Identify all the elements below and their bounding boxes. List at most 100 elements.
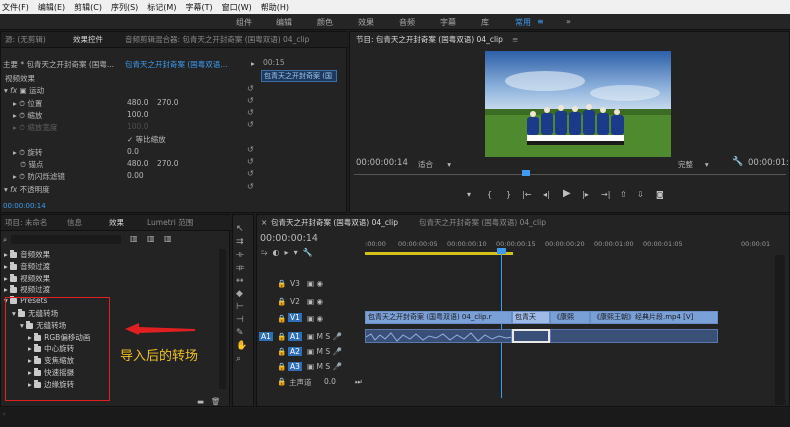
lock-icon[interactable]: 🔒 <box>277 362 286 371</box>
track-select-icon[interactable]: ⇉ <box>236 237 244 247</box>
menu-edit[interactable]: 编辑(E) <box>38 2 65 13</box>
zoom-icon[interactable]: ⌕ <box>236 354 241 364</box>
effects-tree-item[interactable]: ▸ 音频过渡 <box>4 261 50 272</box>
timeline-timecode[interactable]: 00:00:00:14 <box>260 233 318 244</box>
go-to-in-icon[interactable]: |← <box>522 190 531 199</box>
effects-tree-item[interactable]: ▸ 视频效果 <box>4 273 50 284</box>
position-x-value[interactable]: 480.0 <box>127 98 148 107</box>
mini-clip-bar[interactable]: 包青天之开封奇案 (国 <box>261 70 337 82</box>
menu-sequence[interactable]: 序列(S) <box>111 2 138 13</box>
yuv-effects-icon[interactable]: ▥ <box>164 234 172 243</box>
tab-sequence-2[interactable]: 包青天之开封奇案 (国粤双语) 04_clip <box>415 215 550 231</box>
sequence-clip-label[interactable]: 包青天之开封奇案 (国粤双语... <box>125 59 227 70</box>
tab-program[interactable]: 节目: 包青天之开封奇案 (国粤双语) 04_clip <box>352 32 507 48</box>
track-v1-toggles[interactable]: ▣ ◉ <box>307 314 323 323</box>
source-a1-label[interactable]: A1 <box>259 332 273 341</box>
reset-motion-icon[interactable]: ↺ <box>247 84 254 93</box>
razor-icon[interactable]: ◆ <box>236 289 243 299</box>
add-marker-icon[interactable]: ▾ <box>467 190 471 199</box>
workspace-audio[interactable]: 音频 <box>399 17 415 28</box>
opacity-row[interactable]: ▾ fx 不透明度 <box>4 184 50 195</box>
reset-anchor-icon[interactable]: ↺ <box>247 157 254 166</box>
menu-window[interactable]: 窗口(W) <box>222 2 252 13</box>
rotation-row[interactable]: ▸ ⏱ 旋转 <box>13 147 42 158</box>
menu-marker[interactable]: 标记(M) <box>147 2 176 13</box>
program-scrubber[interactable] <box>354 174 786 175</box>
work-area-bar[interactable] <box>365 252 513 255</box>
hand-icon[interactable]: ✋ <box>236 341 247 351</box>
step-back-icon[interactable]: ◂| <box>543 190 550 199</box>
track-a2-label[interactable]: A2 <box>288 347 302 356</box>
program-playhead[interactable] <box>522 170 530 176</box>
master-track-value[interactable]: 0.0 <box>324 377 336 386</box>
workspace-menu-icon[interactable]: ≡ <box>537 17 544 26</box>
position-y-value[interactable]: 270.0 <box>157 98 178 107</box>
workspace-effects[interactable]: 效果 <box>358 17 374 28</box>
tab-effect-controls[interactable]: 效果控件 <box>69 32 107 48</box>
selection-tool-icon[interactable]: ↖ <box>236 224 244 234</box>
track-v2-toggles[interactable]: ▣ ◉ <box>307 297 323 306</box>
rate-stretch-icon[interactable]: ↔ <box>236 276 244 286</box>
32bit-effects-icon[interactable]: ▥ <box>147 234 155 243</box>
track-a3-label[interactable]: A3 <box>288 362 302 371</box>
rolling-edit-icon[interactable]: ⟚ <box>236 263 245 273</box>
playhead-handle[interactable] <box>497 248 506 254</box>
track-v3-toggles[interactable]: ▣ ◉ <box>307 279 323 288</box>
anchor-row[interactable]: ⏱ 锚点 <box>13 159 43 170</box>
effect-controls-timecode[interactable]: 00:00:00:14 <box>3 202 46 210</box>
tab-sequence-1[interactable]: 包青天之开封奇案 (国粤双语) 04_clip <box>267 215 402 231</box>
reset-antiflicker-icon[interactable]: ↺ <box>247 169 254 178</box>
lock-icon[interactable]: 🔒 <box>277 297 286 306</box>
tab-project[interactable]: 项目: 未命名 <box>1 215 51 231</box>
audio-clip[interactable] <box>512 329 550 343</box>
track-a2-toggles[interactable]: ▣ M S 🎤 <box>307 347 342 356</box>
lift-icon[interactable]: ⇧ <box>620 190 627 199</box>
program-menu-icon[interactable]: ≡ <box>508 32 522 48</box>
lock-icon[interactable]: 🔒 <box>277 279 286 288</box>
quality-dropdown[interactable]: 完整 ▾ <box>678 159 709 170</box>
track-v1-label[interactable]: V1 <box>288 313 302 322</box>
mark-out-icon[interactable]: } <box>506 190 511 199</box>
video-clip[interactable]: 包青天之开封奇案 (国粤双语) 04_clip.r <box>365 311 512 324</box>
reset-scale-icon[interactable]: ↺ <box>247 108 254 117</box>
snap-icon[interactable]: ⥲ ◐ ▸ ▾ 🔧 <box>261 248 313 258</box>
workspace-color[interactable]: 颜色 <box>317 17 333 28</box>
antiflicker-row[interactable]: ▸ ⏱ 防闪烁滤镜 <box>13 171 65 182</box>
audio-clip[interactable] <box>365 329 512 343</box>
workspace-assembly[interactable]: 组件 <box>236 17 252 28</box>
lock-icon[interactable]: 🔒 <box>277 332 286 341</box>
delete-icon[interactable]: 🗑 <box>211 397 221 406</box>
effects-scrollbar[interactable] <box>219 249 226 389</box>
wrench-icon[interactable]: 🔧 <box>732 157 743 167</box>
track-a3-toggles[interactable]: ▣ M S 🎤 <box>307 362 342 371</box>
audio-clip[interactable] <box>550 329 718 343</box>
workspace-libraries[interactable]: 库 <box>481 17 489 28</box>
tab-source[interactable]: 源: (无剪辑) <box>1 32 50 48</box>
reset-opacity-icon[interactable]: ↺ <box>247 182 254 191</box>
uniform-scale-checkbox[interactable]: ✓ 等比缩放 <box>127 134 166 145</box>
lock-icon[interactable]: 🔒 <box>277 314 286 323</box>
menu-clip[interactable]: 剪辑(C) <box>74 2 102 13</box>
track-a1-label[interactable]: A1 <box>288 332 302 341</box>
video-clip[interactable]: 《康熙 <box>550 311 590 324</box>
lock-icon[interactable]: 🔒 <box>277 377 286 386</box>
rotation-value[interactable]: 0.0 <box>127 147 139 156</box>
export-frame-icon[interactable]: ◙ <box>656 190 664 199</box>
reset-position-icon[interactable]: ↺ <box>247 96 254 105</box>
slide-icon[interactable]: ⊣ <box>236 315 244 325</box>
new-bin-icon[interactable]: ▬ <box>197 397 204 406</box>
go-to-end-icon[interactable]: ⏭ <box>355 377 362 387</box>
play-only-icon[interactable]: ▸ <box>251 59 255 68</box>
antiflicker-value[interactable]: 0.00 <box>127 171 144 180</box>
anchor-x-value[interactable]: 480.0 <box>127 159 148 168</box>
workspace-captions[interactable]: 字幕 <box>440 17 456 28</box>
position-row[interactable]: ▸ ⏱ 位置 <box>13 98 42 109</box>
slip-icon[interactable]: ⊢ <box>236 302 244 312</box>
step-forward-icon[interactable]: |▸ <box>582 190 589 199</box>
scale-row[interactable]: ▸ ⏱ 缩放 <box>13 110 42 121</box>
video-clip[interactable]: 《康熙王朝》经典片段.mp4 [V] <box>590 311 718 324</box>
master-clip-label[interactable]: 主要 * 包青天之开封奇案 (国粤... <box>3 59 114 70</box>
program-timecode[interactable]: 00:00:00:14 <box>356 158 408 168</box>
reset-scale-width-icon[interactable]: ↺ <box>247 120 254 129</box>
menu-title[interactable]: 字幕(T) <box>185 2 212 13</box>
